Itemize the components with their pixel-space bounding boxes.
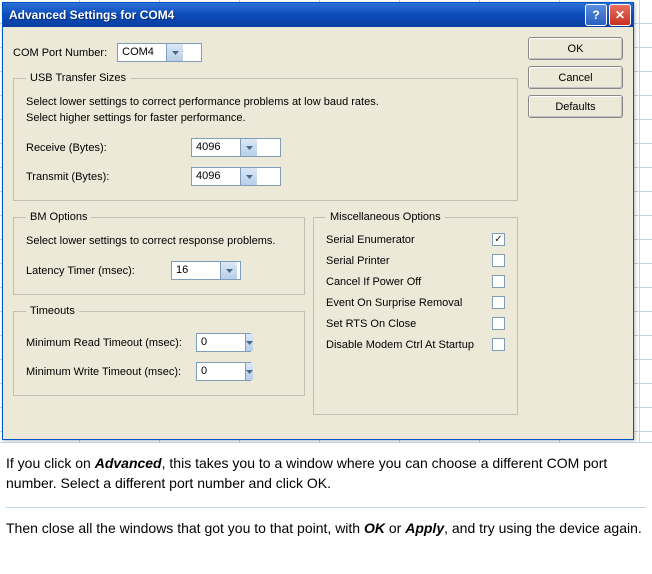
transmit-label: Transmit (Bytes): <box>26 171 191 183</box>
set-rts-label: Set RTS On Close <box>326 318 416 330</box>
dropdown-arrow-icon <box>245 334 253 351</box>
close-icon: ✕ <box>615 3 625 27</box>
defaults-button[interactable]: Defaults <box>528 95 623 118</box>
com-port-value: COM4 <box>118 44 166 61</box>
instr-ok: OK <box>364 520 385 536</box>
instructions-block-2: Then close all the windows that got you … <box>6 507 646 538</box>
instr-1a: If you click on <box>6 455 95 471</box>
min-read-select[interactable]: 0 <box>196 333 251 352</box>
misc-options-group: Miscellaneous Options Serial Enumerator … <box>313 211 518 415</box>
dropdown-arrow-icon <box>245 363 253 380</box>
usb-help-1: Select lower settings to correct perform… <box>26 94 505 110</box>
latency-value: 16 <box>172 262 220 279</box>
instructions-block-1: If you click on Advanced, this takes you… <box>0 442 652 548</box>
serial-enumerator-checkbox[interactable] <box>492 233 505 246</box>
dropdown-arrow-icon <box>240 139 257 156</box>
dropdown-arrow-icon <box>166 44 183 61</box>
min-write-select[interactable]: 0 <box>196 362 251 381</box>
latency-select[interactable]: 16 <box>171 261 241 280</box>
timeouts-legend: Timeouts <box>26 305 79 317</box>
event-surprise-label: Event On Surprise Removal <box>326 297 462 309</box>
disable-modem-checkbox[interactable] <box>492 338 505 351</box>
bm-help: Select lower settings to correct respons… <box>26 233 292 249</box>
instr-2a: Then close all the windows that got you … <box>6 520 364 536</box>
min-read-label: Minimum Read Timeout (msec): <box>26 337 196 349</box>
receive-label: Receive (Bytes): <box>26 142 191 154</box>
set-rts-checkbox[interactable] <box>492 317 505 330</box>
ok-button[interactable]: OK <box>528 37 623 60</box>
instr-2b: or <box>385 520 405 536</box>
receive-value: 4096 <box>192 139 240 156</box>
com-port-select[interactable]: COM4 <box>117 43 202 62</box>
dropdown-arrow-icon <box>240 168 257 185</box>
serial-enumerator-label: Serial Enumerator <box>326 234 415 246</box>
usb-help-2: Select higher settings for faster perfor… <box>26 110 505 126</box>
instr-apply: Apply <box>405 520 444 536</box>
instr-2c: , and try using the device again. <box>444 520 642 536</box>
transmit-value: 4096 <box>192 168 240 185</box>
min-write-label: Minimum Write Timeout (msec): <box>26 366 196 378</box>
window-title: Advanced Settings for COM4 <box>9 3 583 27</box>
min-read-value: 0 <box>197 334 245 351</box>
cancel-button[interactable]: Cancel <box>528 66 623 89</box>
serial-printer-checkbox[interactable] <box>492 254 505 267</box>
instr-advanced: Advanced <box>95 455 162 471</box>
event-surprise-checkbox[interactable] <box>492 296 505 309</box>
bm-options-group: BM Options Select lower settings to corr… <box>13 211 305 295</box>
cancel-poweroff-label: Cancel If Power Off <box>326 276 421 288</box>
bm-options-legend: BM Options <box>26 211 91 223</box>
min-write-value: 0 <box>197 363 245 380</box>
misc-legend: Miscellaneous Options <box>326 211 445 223</box>
receive-select[interactable]: 4096 <box>191 138 281 157</box>
close-button[interactable]: ✕ <box>609 4 631 26</box>
help-button[interactable]: ? <box>585 4 607 26</box>
titlebar[interactable]: Advanced Settings for COM4 ? ✕ <box>3 3 633 27</box>
timeouts-group: Timeouts Minimum Read Timeout (msec): 0 … <box>13 305 305 396</box>
advanced-settings-dialog: Advanced Settings for COM4 ? ✕ COM Port … <box>2 2 634 440</box>
usb-transfer-group: USB Transfer Sizes Select lower settings… <box>13 72 518 201</box>
usb-transfer-legend: USB Transfer Sizes <box>26 72 130 84</box>
com-port-label: COM Port Number: <box>13 47 107 59</box>
latency-label: Latency Timer (msec): <box>26 265 171 277</box>
cancel-poweroff-checkbox[interactable] <box>492 275 505 288</box>
disable-modem-label: Disable Modem Ctrl At Startup <box>326 339 474 351</box>
transmit-select[interactable]: 4096 <box>191 167 281 186</box>
help-icon: ? <box>592 3 599 27</box>
dropdown-arrow-icon <box>220 262 237 279</box>
serial-printer-label: Serial Printer <box>326 255 390 267</box>
